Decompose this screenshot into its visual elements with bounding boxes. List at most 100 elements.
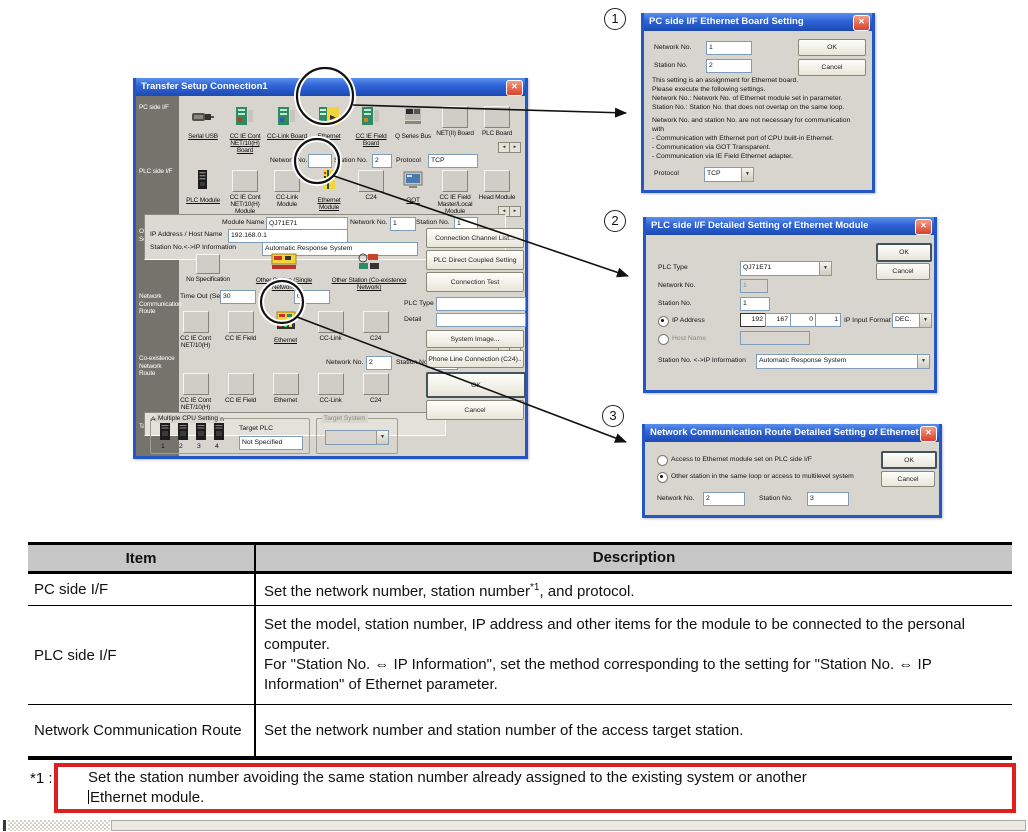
other-station-coexist[interactable]: Other Station (Co-existence Network) (326, 252, 412, 291)
scroll-right-icon[interactable]: ► (509, 206, 521, 217)
station-ip-info-combo[interactable]: Automatic Response System ▼ (756, 354, 930, 369)
gray-route-icon[interactable] (363, 373, 389, 395)
co-ethernet[interactable]: Ethernet (263, 373, 308, 404)
dialog3-titlebar[interactable]: Network Communication Route Detailed Set… (645, 424, 939, 442)
other-station-radio[interactable] (657, 472, 668, 483)
other-station-coexist-icon[interactable] (356, 252, 382, 270)
gray-route-icon[interactable] (273, 373, 299, 395)
plc-tower-icon[interactable] (191, 170, 215, 190)
phone-line-connection-button[interactable]: Phone Line Connection (C24).. (426, 350, 524, 368)
other-station-single[interactable]: Other Station (Single Network) (246, 252, 322, 291)
target-system-combo[interactable]: ▼ (325, 430, 389, 445)
circuit-board-icon[interactable] (233, 106, 257, 126)
connection-channel-list-button[interactable]: Connection Channel List... (426, 228, 524, 248)
plc-if-cc-link-module[interactable]: CC-Link Module (266, 170, 308, 208)
gray-route-icon[interactable] (363, 311, 389, 333)
got-monitor-icon[interactable] (401, 170, 425, 190)
station-no-field[interactable]: 2 (372, 154, 392, 168)
ok-button[interactable]: OK (881, 451, 937, 469)
chevron-down-icon[interactable]: ▼ (919, 314, 931, 327)
ncr-c24[interactable]: C24 (353, 311, 398, 342)
plc-if-head-module[interactable]: Head Module (476, 170, 518, 201)
pc-if-ethernet-board[interactable]: Ethernet (308, 106, 350, 140)
cancel-button[interactable]: Cancel (798, 59, 866, 76)
protocol-field[interactable]: TCP (428, 154, 478, 168)
network-no-field[interactable]: 2 (366, 356, 392, 370)
gray-route-icon[interactable] (318, 373, 344, 395)
system-image-button[interactable]: System Image... (426, 330, 524, 348)
dialog2-titlebar[interactable]: PLC side I/F Detailed Setting of Etherne… (646, 217, 934, 235)
horizontal-scrollbar[interactable] (0, 819, 1028, 832)
plc-type-combo[interactable]: QJ71E71 ▼ (740, 261, 832, 276)
ok-button[interactable]: OK (426, 372, 526, 398)
gray-route-icon[interactable] (183, 311, 209, 333)
protocol-combo[interactable]: TCP ▼ (704, 167, 754, 182)
network-no-field[interactable]: 1 (390, 217, 416, 231)
ip-octet-field[interactable]: 0 (790, 313, 816, 327)
ip-octet-field[interactable]: 167 (765, 313, 791, 327)
pc-if-serial-usb[interactable]: Serial USB (182, 106, 224, 140)
close-icon[interactable]: ✕ (915, 219, 932, 235)
station-no-field[interactable]: 3 (807, 492, 849, 506)
retry-field[interactable]: 0 (294, 290, 330, 304)
scroll-right-icon[interactable]: ► (509, 142, 521, 153)
other-station-single-icon[interactable] (271, 252, 297, 270)
station-no-field[interactable]: 1 (740, 297, 770, 311)
gray-board-icon[interactable] (442, 106, 468, 128)
serial-usb-icon[interactable] (191, 106, 215, 126)
co-c24[interactable]: C24 (353, 373, 398, 404)
pc-if-net2-board[interactable]: NET(II) Board (434, 106, 476, 137)
host-name-radio[interactable] (658, 334, 669, 345)
co-cc-ie-field[interactable]: CC IE Field (218, 373, 263, 404)
other-station-none[interactable]: No Specification (178, 254, 238, 283)
plc-if-cc-ie-field-master[interactable]: CC IE Field Master/Local Module (434, 170, 476, 215)
circuit-board-icon[interactable] (275, 106, 299, 126)
chevron-down-icon[interactable]: ▼ (376, 431, 388, 444)
plc-if-got[interactable]: GOT (392, 170, 434, 204)
connection-test-button[interactable]: Connection Test (426, 272, 524, 292)
plc-if-c24[interactable]: C24 (350, 170, 392, 201)
ip-octet-field[interactable]: 1 (815, 313, 841, 327)
network-no-field[interactable]: 1 (706, 41, 752, 55)
network-no-field[interactable]: 2 (703, 492, 745, 506)
plc-if-cc-ie-cont-module[interactable]: CC IE Cont NET/10(H) Module (224, 170, 266, 215)
timeout-field[interactable]: 30 (220, 290, 256, 304)
pc-if-cc-ie-cont-board[interactable]: CC IE Cont NET/10(H) Board (224, 106, 266, 154)
ip-host-field[interactable]: 192.168.0.1 (228, 229, 348, 243)
cpu-icon[interactable] (213, 423, 225, 441)
access-ethernet-radio[interactable] (657, 455, 668, 466)
dialog1-titlebar[interactable]: PC side I/F Ethernet Board Setting ✕ (644, 13, 872, 31)
network-no-field[interactable] (308, 154, 332, 168)
co-cc-ie-cont[interactable]: CC IE Cont NET/10(H) (173, 373, 218, 411)
pc-if-plc-board[interactable]: PLC Board (476, 106, 518, 137)
pc-if-q-series-bus[interactable]: Q Series Bus (392, 106, 434, 140)
gray-route-icon[interactable] (228, 373, 254, 395)
gray-route-icon[interactable] (183, 373, 209, 395)
close-icon[interactable]: ✕ (853, 15, 870, 31)
ethernet-route-icon[interactable] (275, 311, 297, 330)
q-series-bus-icon[interactable] (401, 106, 425, 126)
circuit-board-icon[interactable] (359, 106, 383, 126)
plc-if-ethernet-module[interactable]: Ethernet Module (308, 170, 350, 211)
gray-module-icon[interactable] (274, 170, 300, 192)
transfer-setup-titlebar[interactable]: Transfer Setup Connection1 ✕ (136, 78, 525, 96)
station-no-field[interactable]: 2 (706, 59, 752, 73)
co-cc-link[interactable]: CC-Link (308, 373, 353, 404)
plc-if-plc-module[interactable]: PLC Module (182, 170, 224, 204)
ip-address-radio[interactable] (658, 316, 669, 327)
scrollbar-track[interactable] (8, 820, 110, 831)
ok-button[interactable]: OK (876, 243, 932, 262)
close-icon[interactable]: ✕ (920, 426, 937, 442)
cpu-icon[interactable] (177, 423, 189, 441)
chevron-down-icon[interactable]: ▼ (741, 168, 753, 181)
plc-direct-coupled-button[interactable]: PLC Direct Coupled Setting (426, 250, 524, 270)
pc-if-cc-link-board[interactable]: CC-Link Board (266, 106, 308, 140)
gray-board-icon[interactable] (484, 106, 510, 128)
ip-format-combo[interactable]: DEC. ▼ (892, 313, 932, 328)
close-icon[interactable]: ✕ (506, 80, 523, 96)
chevron-down-icon[interactable]: ▼ (819, 262, 831, 275)
cpu-icon[interactable] (195, 423, 207, 441)
gray-module-icon[interactable] (442, 170, 468, 192)
ethernet-board-icon[interactable] (317, 106, 341, 126)
cancel-button[interactable]: Cancel (876, 263, 930, 280)
